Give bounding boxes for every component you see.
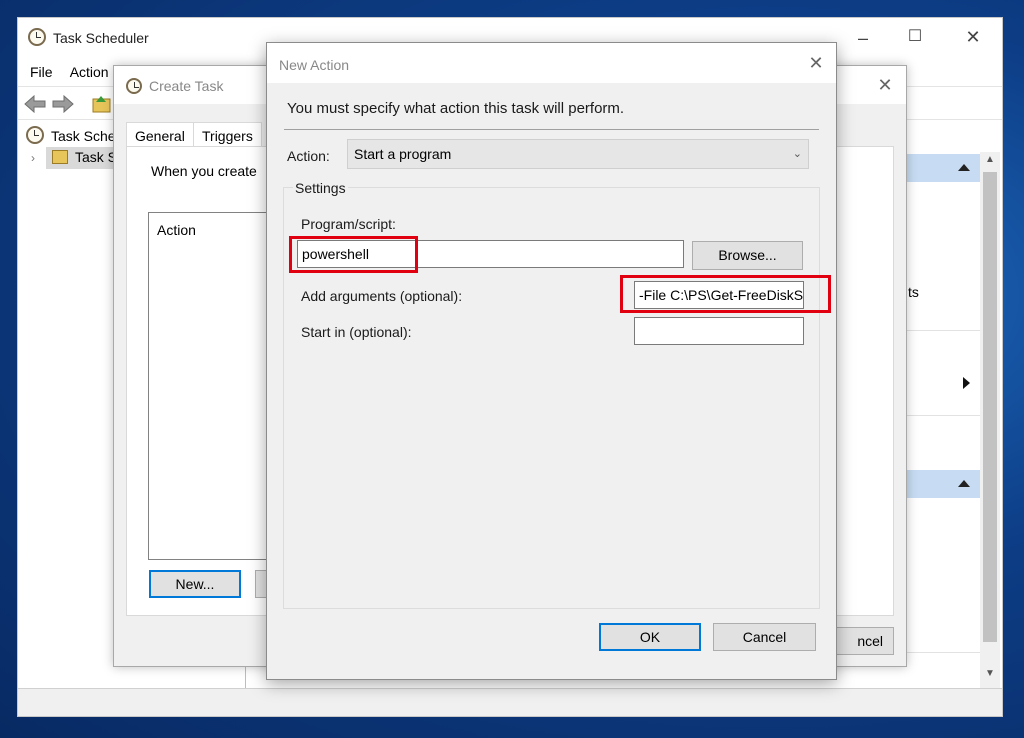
instruction-text: You must specify what action this task w… bbox=[287, 100, 625, 117]
minimize-icon[interactable]: – bbox=[848, 28, 878, 48]
cancel-button[interactable]: Cancel bbox=[713, 623, 816, 651]
list-header-action: Action bbox=[157, 222, 196, 238]
action-label: Action: bbox=[287, 148, 330, 164]
maximize-icon[interactable]: ☐ bbox=[900, 27, 930, 47]
chevron-right-icon[interactable]: › bbox=[31, 151, 35, 165]
status-bar bbox=[18, 688, 1002, 716]
window-title: Task Scheduler bbox=[53, 30, 149, 46]
new-action-titlebar bbox=[267, 43, 836, 83]
menu-bar: File Action bbox=[30, 64, 123, 80]
scroll-up-icon[interactable]: ▲ bbox=[985, 154, 995, 165]
action-item-partial: ts bbox=[908, 284, 919, 300]
program-label: Program/script: bbox=[301, 216, 396, 232]
scrollbar[interactable]: ▲ ▼ bbox=[980, 152, 1000, 688]
menu-file[interactable]: File bbox=[30, 64, 53, 80]
menu-action[interactable]: Action bbox=[70, 64, 109, 80]
start-in-label: Start in (optional): bbox=[301, 324, 412, 340]
settings-label: Settings bbox=[293, 180, 348, 196]
intro-text: When you create bbox=[151, 163, 257, 179]
tab-general[interactable]: General bbox=[126, 122, 194, 149]
close-icon[interactable]: ✕ bbox=[870, 75, 900, 95]
folder-up-icon[interactable] bbox=[92, 94, 112, 114]
arguments-label: Add arguments (optional): bbox=[301, 288, 463, 304]
tree-item-root[interactable]: Task Sche bbox=[51, 128, 116, 144]
new-button[interactable]: New... bbox=[149, 570, 241, 598]
arguments-highlight-box bbox=[620, 275, 831, 313]
scrollbar-thumb[interactable] bbox=[983, 172, 997, 642]
clock-icon bbox=[26, 126, 44, 144]
folder-icon bbox=[52, 150, 68, 164]
tab-triggers[interactable]: Triggers bbox=[193, 122, 262, 149]
collapse-up-icon[interactable] bbox=[958, 164, 970, 171]
new-action-dialog: New Action ✕ You must specify what actio… bbox=[266, 42, 837, 680]
action-dropdown[interactable]: Start a program ⌄ bbox=[347, 139, 809, 169]
collapse-up-icon[interactable] bbox=[958, 480, 970, 487]
close-icon[interactable]: ✕ bbox=[958, 27, 988, 47]
browse-button[interactable]: Browse... bbox=[692, 241, 803, 270]
new-action-title: New Action bbox=[279, 57, 350, 73]
back-arrow-icon[interactable] bbox=[24, 95, 46, 113]
close-icon[interactable]: ✕ bbox=[801, 53, 831, 73]
scroll-down-icon[interactable]: ▼ bbox=[985, 668, 995, 679]
action-dropdown-value: Start a program bbox=[354, 146, 452, 162]
ok-button[interactable]: OK bbox=[599, 623, 701, 651]
program-highlight-box bbox=[289, 236, 418, 273]
forward-arrow-icon[interactable] bbox=[52, 95, 74, 113]
submenu-arrow-icon[interactable] bbox=[963, 377, 970, 389]
tree-item-label: Task S bbox=[75, 149, 118, 165]
chevron-down-icon: ⌄ bbox=[792, 148, 802, 160]
start-in-input[interactable] bbox=[634, 317, 804, 345]
create-task-title: Create Task bbox=[149, 78, 224, 94]
clock-icon bbox=[28, 28, 46, 46]
clock-icon bbox=[126, 78, 142, 94]
